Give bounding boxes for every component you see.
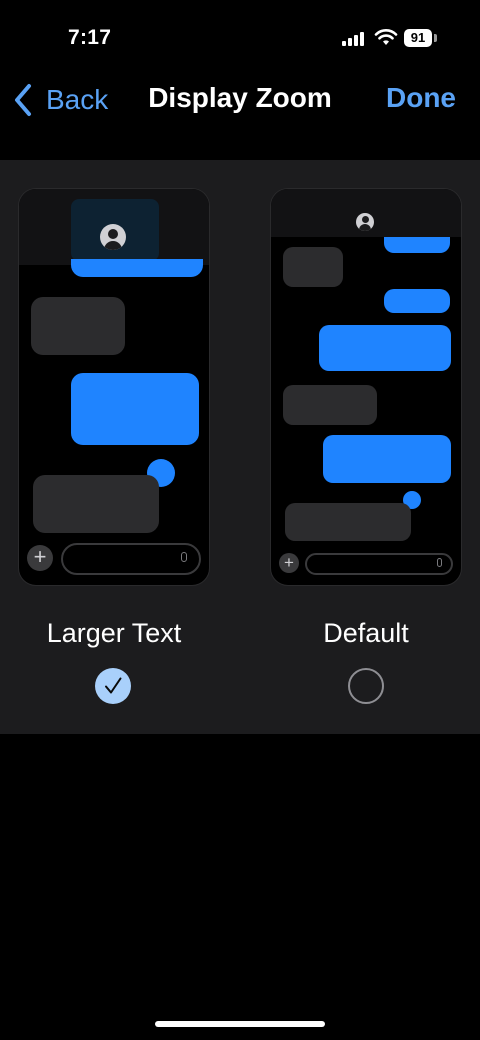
message-bubble	[283, 385, 377, 425]
message-input-preview	[61, 543, 201, 575]
message-bubble	[384, 237, 450, 253]
plus-icon: +	[279, 553, 299, 573]
battery-cap	[434, 34, 437, 42]
message-bubble	[33, 475, 159, 533]
plus-icon: +	[27, 545, 53, 571]
message-bubble	[283, 247, 343, 287]
message-bubble	[285, 503, 411, 541]
larger-text-preview: +	[18, 188, 210, 586]
option-label: Default	[323, 618, 409, 648]
message-bubble	[71, 373, 199, 445]
avatar-icon	[100, 224, 126, 250]
message-input-preview	[305, 553, 453, 575]
zoom-options-panel: + Larger Text + Default	[0, 160, 480, 734]
wifi-icon	[374, 29, 398, 45]
option-larger-text[interactable]: + Larger Text	[0, 160, 240, 734]
message-bubble	[319, 325, 451, 371]
status-bar: 7:17 91	[0, 0, 480, 60]
unselected-radio[interactable]	[348, 668, 384, 704]
default-preview: +	[270, 188, 462, 586]
message-bubble	[31, 297, 125, 355]
done-button[interactable]: Done	[386, 82, 456, 114]
option-default[interactable]: + Default	[240, 160, 480, 734]
selected-radio[interactable]	[95, 668, 131, 704]
option-label: Larger Text	[46, 618, 182, 648]
message-bubble	[384, 289, 450, 313]
message-bubble	[71, 259, 203, 277]
battery-icon: 91	[404, 29, 432, 47]
signal-icon	[342, 30, 366, 46]
status-time: 7:17	[68, 26, 112, 49]
checkmark-icon	[105, 677, 122, 694]
mic-icon	[437, 558, 442, 567]
message-bubble	[323, 435, 451, 483]
home-indicator[interactable]	[155, 1021, 325, 1027]
navigation-bar: Back Display Zoom Done	[0, 60, 480, 140]
mic-icon	[181, 552, 187, 562]
avatar-icon	[356, 213, 374, 231]
